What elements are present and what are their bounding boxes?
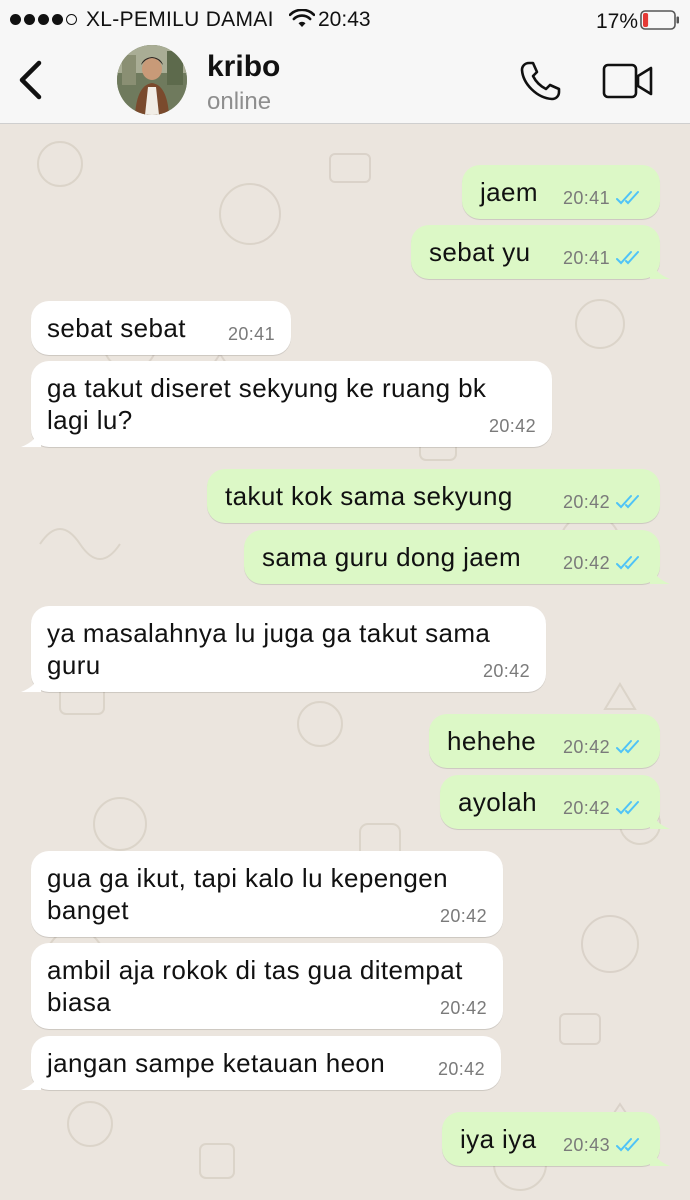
double-check-icon [616,740,639,754]
message-text: gua ga ikut, tapi kalo lu kepengen bange… [47,863,448,925]
message-text: sama guru dong jaem [262,542,522,572]
double-check-icon [616,251,639,265]
carrier-name: XL-PEMILU DAMAI [86,8,274,31]
contact-name[interactable]: kribo [207,50,280,84]
incoming-message[interactable]: jangan sampe ketauan heon 20:42 [21,1036,501,1090]
outgoing-message[interactable]: ayolah 20:42 [440,775,670,829]
double-check-icon [616,191,639,205]
double-check-icon [616,556,639,570]
message-text: iya iya [460,1124,537,1154]
bubble-tail [650,259,670,279]
bubble-tail [650,809,670,829]
incoming-message[interactable]: ya masalahnya lu juga ga takut sama guru… [21,606,546,692]
double-check-icon [616,495,639,509]
message-time: 20:43 [562,1135,610,1155]
status-time: 20:43 [318,8,371,31]
message-time: 20:42 [482,661,530,681]
incoming-message[interactable]: sebat sebat 20:41 [31,301,291,355]
video-camera-icon[interactable] [602,62,654,100]
message-meta: 20:41 [563,188,644,208]
bubble-tail [650,564,670,584]
avatar[interactable] [117,45,187,115]
message-meta: 20:42 [563,492,644,512]
message-text: jaem [480,177,538,207]
bubble-tail [21,672,41,692]
outgoing-message[interactable]: hehehe 20:42 [429,714,660,768]
message-time: 20:41 [227,324,275,344]
message-time: 20:42 [439,998,487,1018]
message-list[interactable]: jaem 20:41 sebat yu 20:41 sebat sebat 20:41 ga… [0,124,690,1200]
chat-header: kribo online [0,40,690,124]
outgoing-message[interactable]: takut kok sama sekyung 20:42 [207,469,660,523]
message-text: jangan sampe ketauan heon [47,1048,386,1078]
message-meta: 20:42 [563,798,644,818]
outgoing-message[interactable]: sebat yu 20:41 [411,225,670,279]
outgoing-message[interactable]: iya iya 20:43 [442,1112,670,1166]
message-time: 20:42 [562,553,610,573]
bubble-tail [21,1070,41,1090]
message-text: hehehe [447,726,537,756]
message-text: takut kok sama sekyung [225,481,513,511]
message-time: 20:42 [562,492,610,512]
message-time: 20:42 [437,1059,485,1079]
battery-low-icon [640,10,679,30]
double-check-icon [616,1138,639,1152]
incoming-message[interactable]: ambil aja rokok di tas gua ditempat bias… [31,943,503,1029]
incoming-message[interactable]: gua ga ikut, tapi kalo lu kepengen bange… [31,851,503,937]
message-text: ambil aja rokok di tas gua ditempat bias… [47,955,463,1017]
contact-status: online [207,88,272,115]
message-meta: 20:42 [563,737,644,757]
message-time: 20:42 [439,906,487,926]
message-meta: 20:43 [563,1135,644,1155]
message-time: 20:41 [562,248,610,268]
message-text: ya masalahnya lu juga ga takut sama guru [47,618,491,680]
message-meta: 20:42 [483,661,530,681]
message-meta: 20:42 [440,998,487,1018]
battery-percent: 17% [596,10,639,33]
message-meta: 20:42 [438,1059,485,1079]
message-text: ga takut diseret sekyung ke ruang bk lag… [47,373,487,435]
message-meta: 20:41 [228,324,275,344]
message-meta: 20:42 [440,906,487,926]
chevron-left-icon[interactable] [16,60,44,100]
outgoing-message[interactable]: sama guru dong jaem 20:42 [244,530,670,584]
message-time: 20:41 [562,188,610,208]
message-text: sebat sebat [47,313,186,343]
wifi-icon [289,9,315,27]
message-time: 20:42 [562,798,610,818]
message-meta: 20:42 [563,553,644,573]
message-text: sebat yu [429,237,531,267]
bubble-tail [650,1146,670,1166]
signal-dots-icon [10,14,77,25]
message-text: ayolah [458,787,538,817]
message-meta: 20:42 [489,416,536,436]
message-meta: 20:41 [563,248,644,268]
status-bar: XL-PEMILU DAMAI 20:43 17% [0,0,690,40]
outgoing-message[interactable]: jaem 20:41 [462,165,660,219]
bubble-tail [21,427,41,447]
incoming-message[interactable]: ga takut diseret sekyung ke ruang bk lag… [21,361,552,447]
message-time: 20:42 [562,737,610,757]
double-check-icon [616,801,639,815]
message-time: 20:42 [488,416,536,436]
phone-icon[interactable] [519,60,563,102]
